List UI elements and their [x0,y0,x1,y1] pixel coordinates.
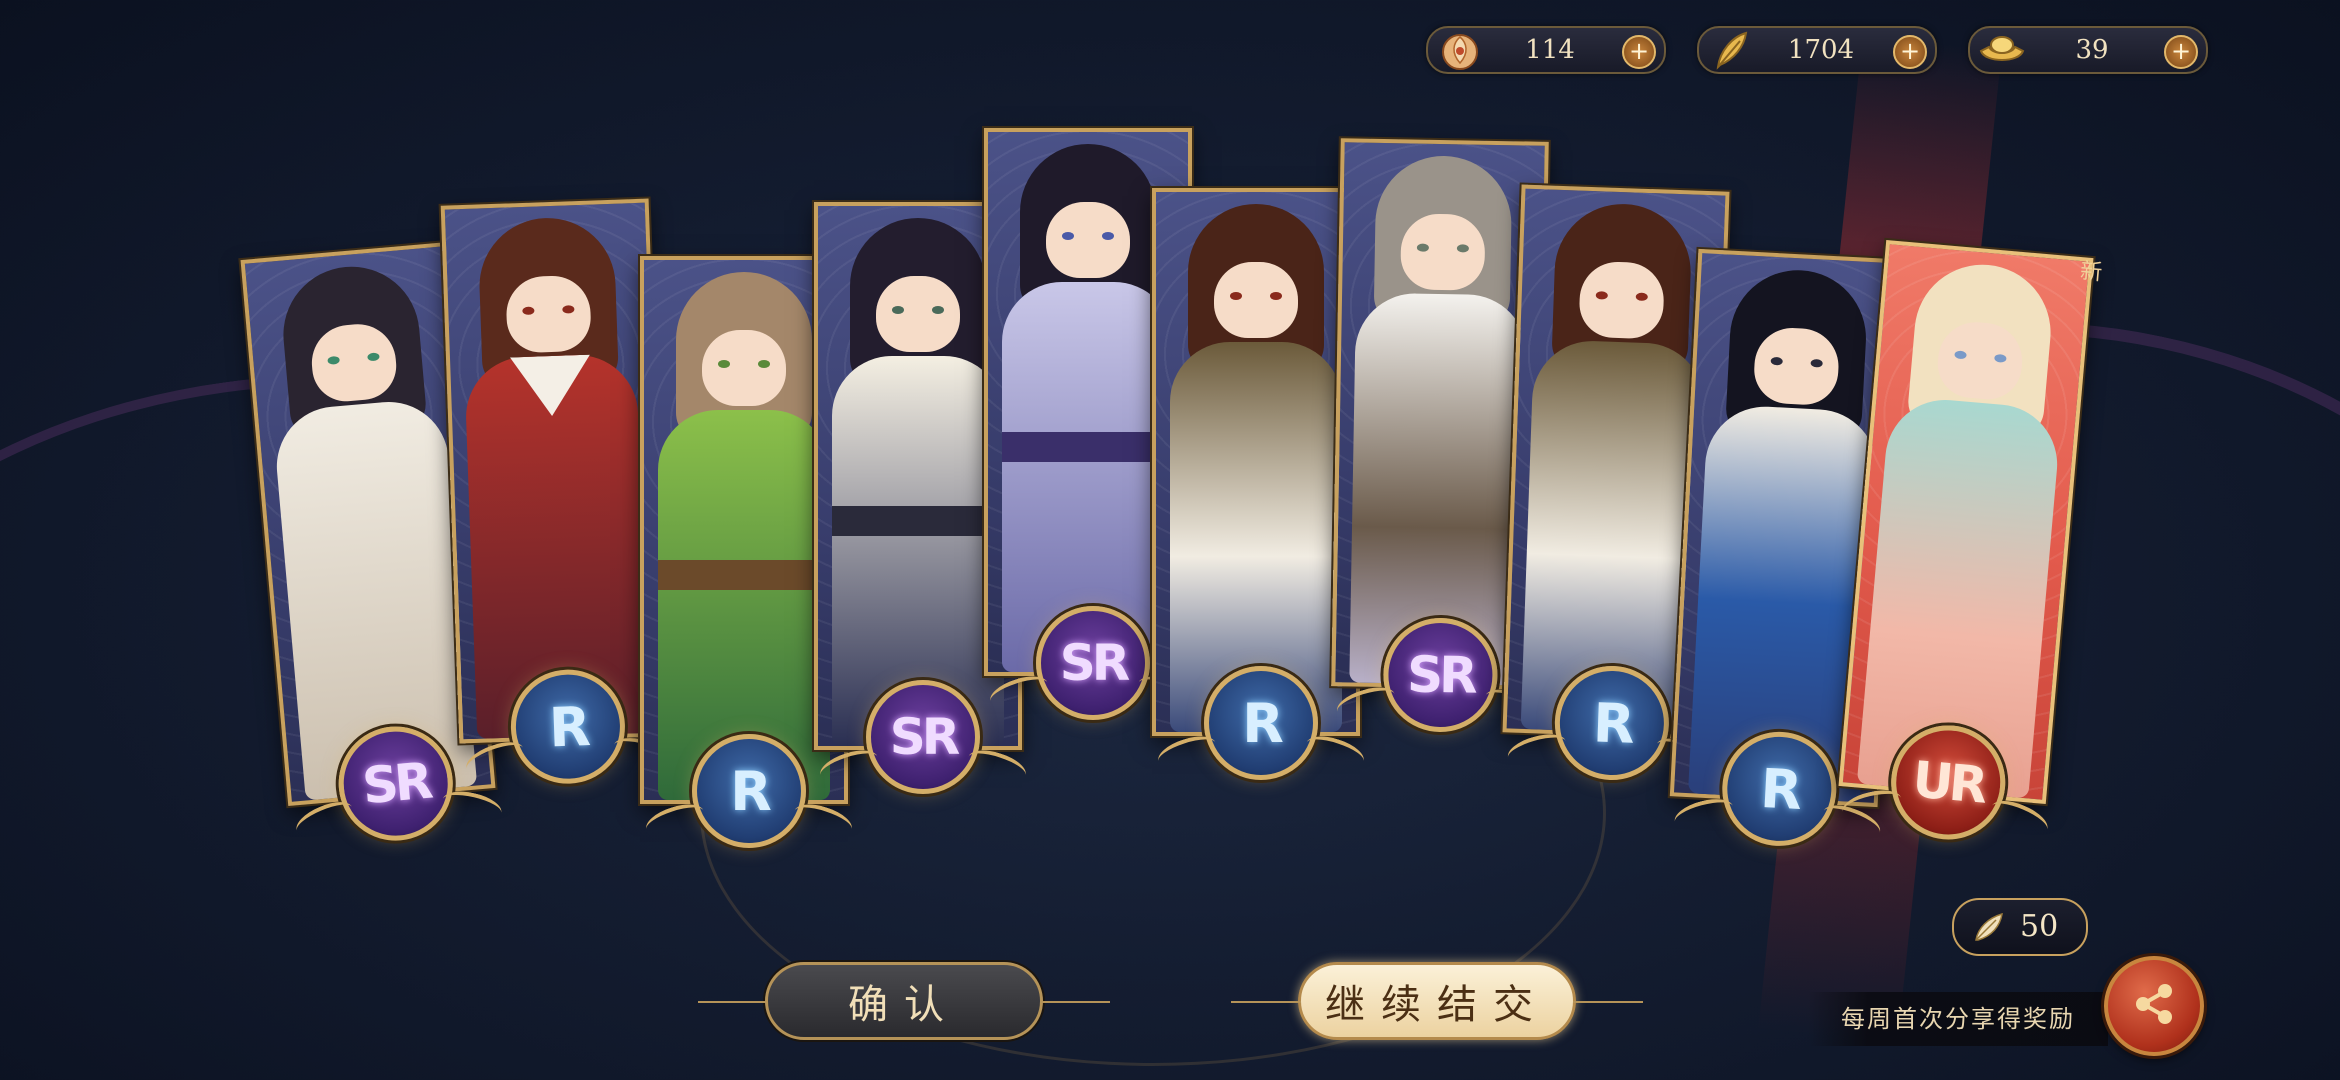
continue-recruit-button[interactable]: 继续结交 [1231,962,1643,1040]
rarity-badge: R [642,734,856,848]
character-card[interactable]: R [1152,188,1368,780]
feather-icon [1972,910,2008,948]
confirm-button[interactable]: 确认 [698,962,1110,1040]
share-icon [2128,978,2180,1034]
gold-ingot-icon [1974,22,2030,78]
add-currency-button[interactable]: + [2164,35,2198,69]
currency-gold-ingot: 39 + [1968,26,2208,74]
rarity-badge: SR [1333,617,1547,734]
share-cost: 50 [1952,898,2088,956]
confirm-label: 确认 [848,982,960,1028]
rarity-badge: SR [816,680,1030,794]
new-tag: 新 [2079,259,2104,286]
character-card[interactable]: R [440,198,676,786]
share-reward-text: 每周首次分享得奖励 [1808,992,2108,1046]
currency-peach-token: 114 + [1426,26,1666,74]
share-button[interactable] [2104,956,2204,1056]
add-currency-button[interactable]: + [1622,35,1656,69]
add-currency-button[interactable]: + [1893,35,1927,69]
currency-value: 114 [1525,35,1575,65]
peach-blossom-token-icon [1432,22,1488,78]
share-cost-value: 50 [2020,909,2059,944]
rarity-badge: SR [986,606,1200,720]
currency-value: 1704 [1787,35,1855,65]
currency-feather: 1704 + [1697,26,1937,74]
continue-label: 继续结交 [1325,982,1549,1028]
rarity-badge: R [1154,666,1368,780]
feather-icon [1703,22,1759,78]
currency-value: 39 [2075,35,2109,65]
